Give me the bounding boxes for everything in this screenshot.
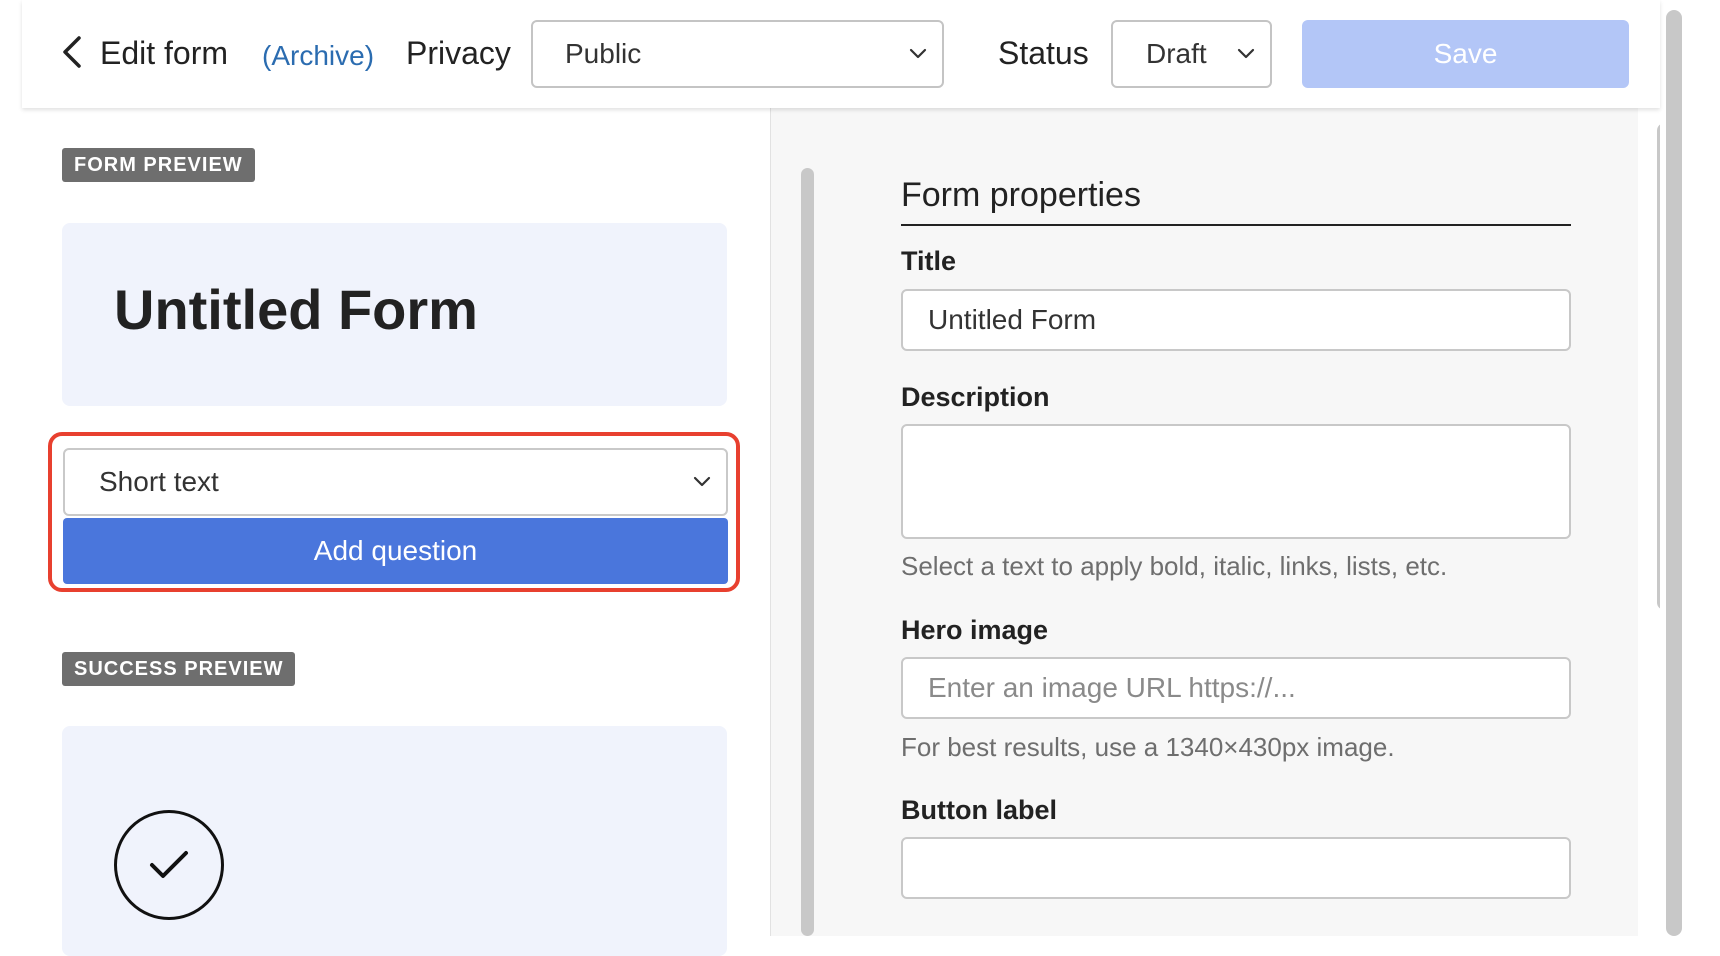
back-button[interactable] — [52, 30, 92, 74]
privacy-select[interactable]: Public — [531, 20, 944, 88]
preview-panel: FORM PREVIEW Untitled Form Short text Ad… — [22, 108, 770, 956]
chevron-down-icon — [678, 476, 726, 488]
status-select-value: Draft — [1146, 38, 1207, 69]
privacy-label: Privacy — [406, 35, 511, 71]
title-label: Title — [901, 246, 957, 276]
hero-image-label: Hero image — [901, 615, 1049, 645]
title-input[interactable]: Untitled Form — [901, 289, 1571, 351]
question-type-value: Short text — [99, 466, 219, 497]
success-preview-tag: SUCCESS PREVIEW — [62, 652, 296, 686]
preview-scrollbar[interactable] — [801, 168, 814, 936]
chevron-down-icon — [894, 48, 942, 60]
save-button[interactable]: Save — [1302, 20, 1629, 88]
description-label: Description — [901, 382, 1050, 412]
button-label-input[interactable] — [901, 837, 1571, 899]
properties-heading: Form properties — [901, 176, 1141, 214]
button-label-label: Button label — [901, 795, 1057, 825]
form-preview-card: Untitled Form — [62, 223, 727, 406]
status-select[interactable]: Draft — [1111, 20, 1272, 88]
chevron-down-icon — [1222, 48, 1270, 60]
window-scrollbar[interactable] — [1666, 10, 1682, 936]
checkmark-circle-icon — [114, 810, 224, 920]
add-question-button[interactable]: Add question — [63, 518, 728, 584]
form-editor-app: Edit form (Archive) Privacy Public Statu… — [22, 0, 1672, 956]
question-type-select[interactable]: Short text — [63, 448, 728, 516]
status-label: Status — [998, 35, 1089, 71]
description-help: Select a text to apply bold, italic, lin… — [901, 551, 1448, 581]
hero-image-input[interactable]: Enter an image URL https://... — [901, 657, 1571, 719]
hero-image-help: For best results, use a 1340×430px image… — [901, 732, 1395, 762]
privacy-select-value: Public — [565, 38, 642, 69]
form-preview-tag: FORM PREVIEW — [62, 148, 255, 182]
properties-panel: Form properties Title Untitled Form Desc… — [818, 108, 1638, 936]
top-bar: Edit form (Archive) Privacy Public Statu… — [22, 0, 1660, 108]
archive-link[interactable]: (Archive) — [262, 40, 374, 72]
heading-divider — [901, 224, 1571, 226]
chevron-left-icon — [63, 36, 81, 68]
form-preview-title: Untitled Form — [114, 278, 478, 341]
page-title: Edit form — [100, 35, 229, 71]
success-preview-card — [62, 726, 727, 956]
description-editor[interactable] — [901, 424, 1571, 539]
